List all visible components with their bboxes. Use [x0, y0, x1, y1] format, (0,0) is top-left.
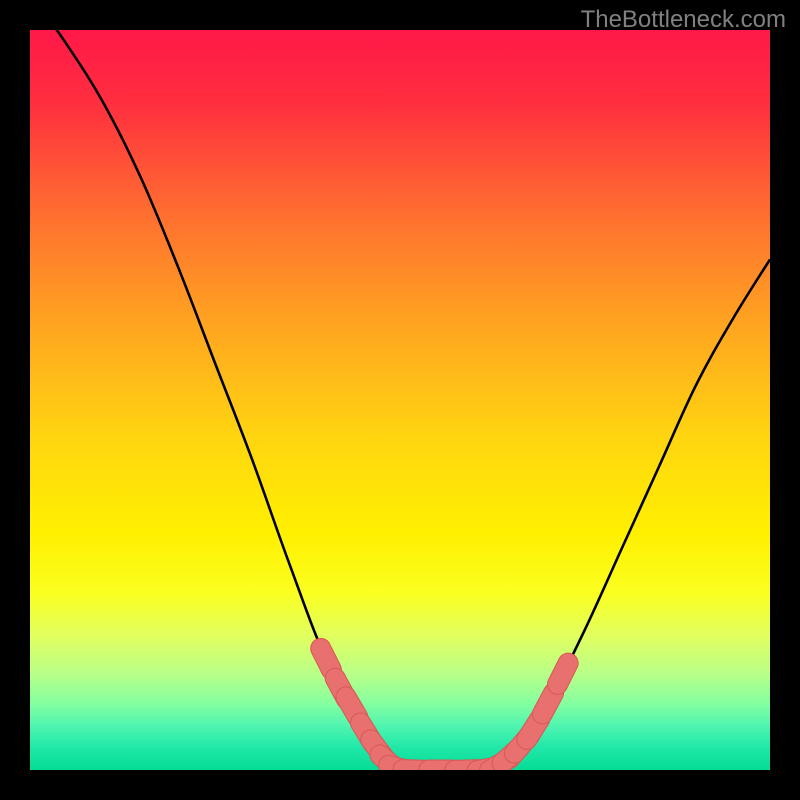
- data-point-markers: [30, 30, 770, 770]
- watermark-text: TheBottleneck.com: [581, 6, 786, 34]
- plot-area: [30, 30, 770, 770]
- data-point: [544, 650, 581, 698]
- chart-frame: TheBottleneck.com: [0, 0, 800, 800]
